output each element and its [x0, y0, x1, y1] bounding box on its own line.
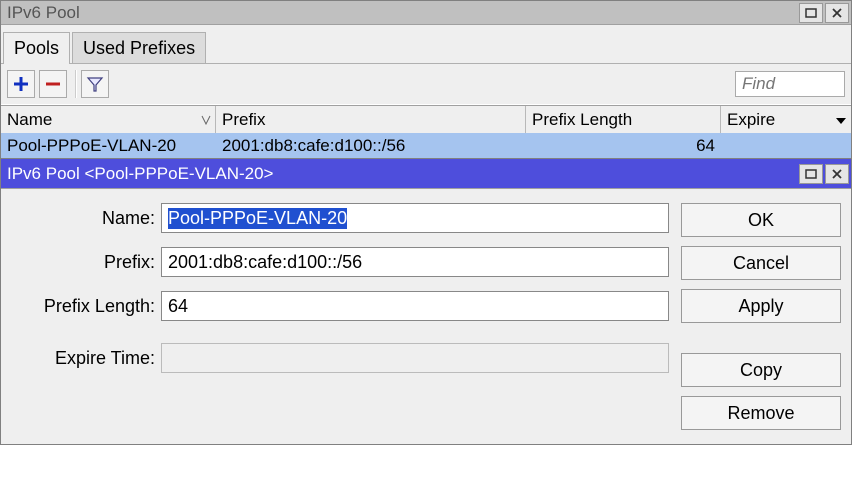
dialog-titlebar: IPv6 Pool <Pool-PPPoE-VLAN-20>: [1, 159, 851, 189]
maximize-icon: [805, 169, 817, 179]
cell-prefix: 2001:db8:cafe:d100::/56: [216, 136, 526, 156]
sort-indicator-icon: [201, 110, 211, 130]
main-titlebar: IPv6 Pool: [1, 1, 851, 25]
column-name-label: Name: [7, 110, 52, 130]
prefix-length-field[interactable]: [161, 291, 669, 321]
label-expire-time: Expire Time:: [11, 348, 161, 369]
main-title: IPv6 Pool: [7, 3, 799, 23]
close-icon: [831, 168, 843, 180]
cancel-button[interactable]: Cancel: [681, 246, 841, 280]
column-name[interactable]: Name: [1, 106, 216, 133]
remove-button[interactable]: [39, 70, 67, 98]
find-input[interactable]: [735, 71, 845, 97]
toolbar-separator: [75, 70, 77, 98]
dialog-close-button[interactable]: [825, 164, 849, 184]
column-prefix[interactable]: Prefix: [216, 106, 526, 133]
cell-name: Pool-PPPoE-VLAN-20: [1, 136, 216, 156]
tab-used-prefixes[interactable]: Used Prefixes: [72, 32, 206, 64]
remove-dialog-button[interactable]: Remove: [681, 396, 841, 430]
form-row-expire-time: Expire Time:: [11, 343, 669, 373]
cell-prefix-length: 64: [526, 136, 721, 156]
copy-button[interactable]: Copy: [681, 353, 841, 387]
form-row-prefix-length: Prefix Length:: [11, 291, 669, 321]
table-row[interactable]: Pool-PPPoE-VLAN-20 2001:db8:cafe:d100::/…: [1, 133, 851, 158]
form-row-prefix: Prefix:: [11, 247, 669, 277]
tab-strip: Pools Used Prefixes: [1, 31, 851, 63]
dialog-maximize-button[interactable]: [799, 164, 823, 184]
close-button[interactable]: [825, 3, 849, 23]
add-button[interactable]: [7, 70, 35, 98]
tab-pools[interactable]: Pools: [3, 32, 70, 64]
column-headers: Name Prefix Prefix Length Expire: [1, 105, 851, 133]
column-menu-icon[interactable]: [835, 110, 847, 130]
maximize-icon: [805, 8, 817, 18]
ok-button[interactable]: OK: [681, 203, 841, 237]
remove-icon: [44, 75, 62, 93]
label-prefix-length: Prefix Length:: [11, 296, 161, 317]
dialog-title: IPv6 Pool <Pool-PPPoE-VLAN-20>: [7, 164, 799, 184]
column-expire[interactable]: Expire: [721, 106, 851, 133]
apply-button[interactable]: Apply: [681, 289, 841, 323]
add-icon: [12, 75, 30, 93]
filter-icon: [86, 75, 104, 93]
expire-time-field[interactable]: [161, 343, 669, 373]
label-prefix: Prefix:: [11, 252, 161, 273]
name-field[interactable]: Pool-PPPoE-VLAN-20: [161, 203, 669, 233]
maximize-button[interactable]: [799, 3, 823, 23]
edit-pool-dialog: IPv6 Pool <Pool-PPPoE-VLAN-20> Name: Poo…: [1, 158, 851, 444]
ipv6-pool-window: IPv6 Pool Pools Used Prefixes Name: [0, 0, 852, 445]
dialog-body: Name: Pool-PPPoE-VLAN-20 Prefix: Prefix …: [1, 189, 851, 444]
name-field-value: Pool-PPPoE-VLAN-20: [168, 208, 347, 229]
button-column: OK Cancel Apply Copy Remove: [681, 203, 841, 430]
form-column: Name: Pool-PPPoE-VLAN-20 Prefix: Prefix …: [11, 203, 669, 430]
column-expire-label: Expire: [727, 110, 775, 130]
label-name: Name:: [11, 208, 161, 229]
form-row-name: Name: Pool-PPPoE-VLAN-20: [11, 203, 669, 233]
toolbar: [1, 63, 851, 105]
filter-button[interactable]: [81, 70, 109, 98]
close-icon: [831, 7, 843, 19]
prefix-field[interactable]: [161, 247, 669, 277]
column-prefix-length[interactable]: Prefix Length: [526, 106, 721, 133]
